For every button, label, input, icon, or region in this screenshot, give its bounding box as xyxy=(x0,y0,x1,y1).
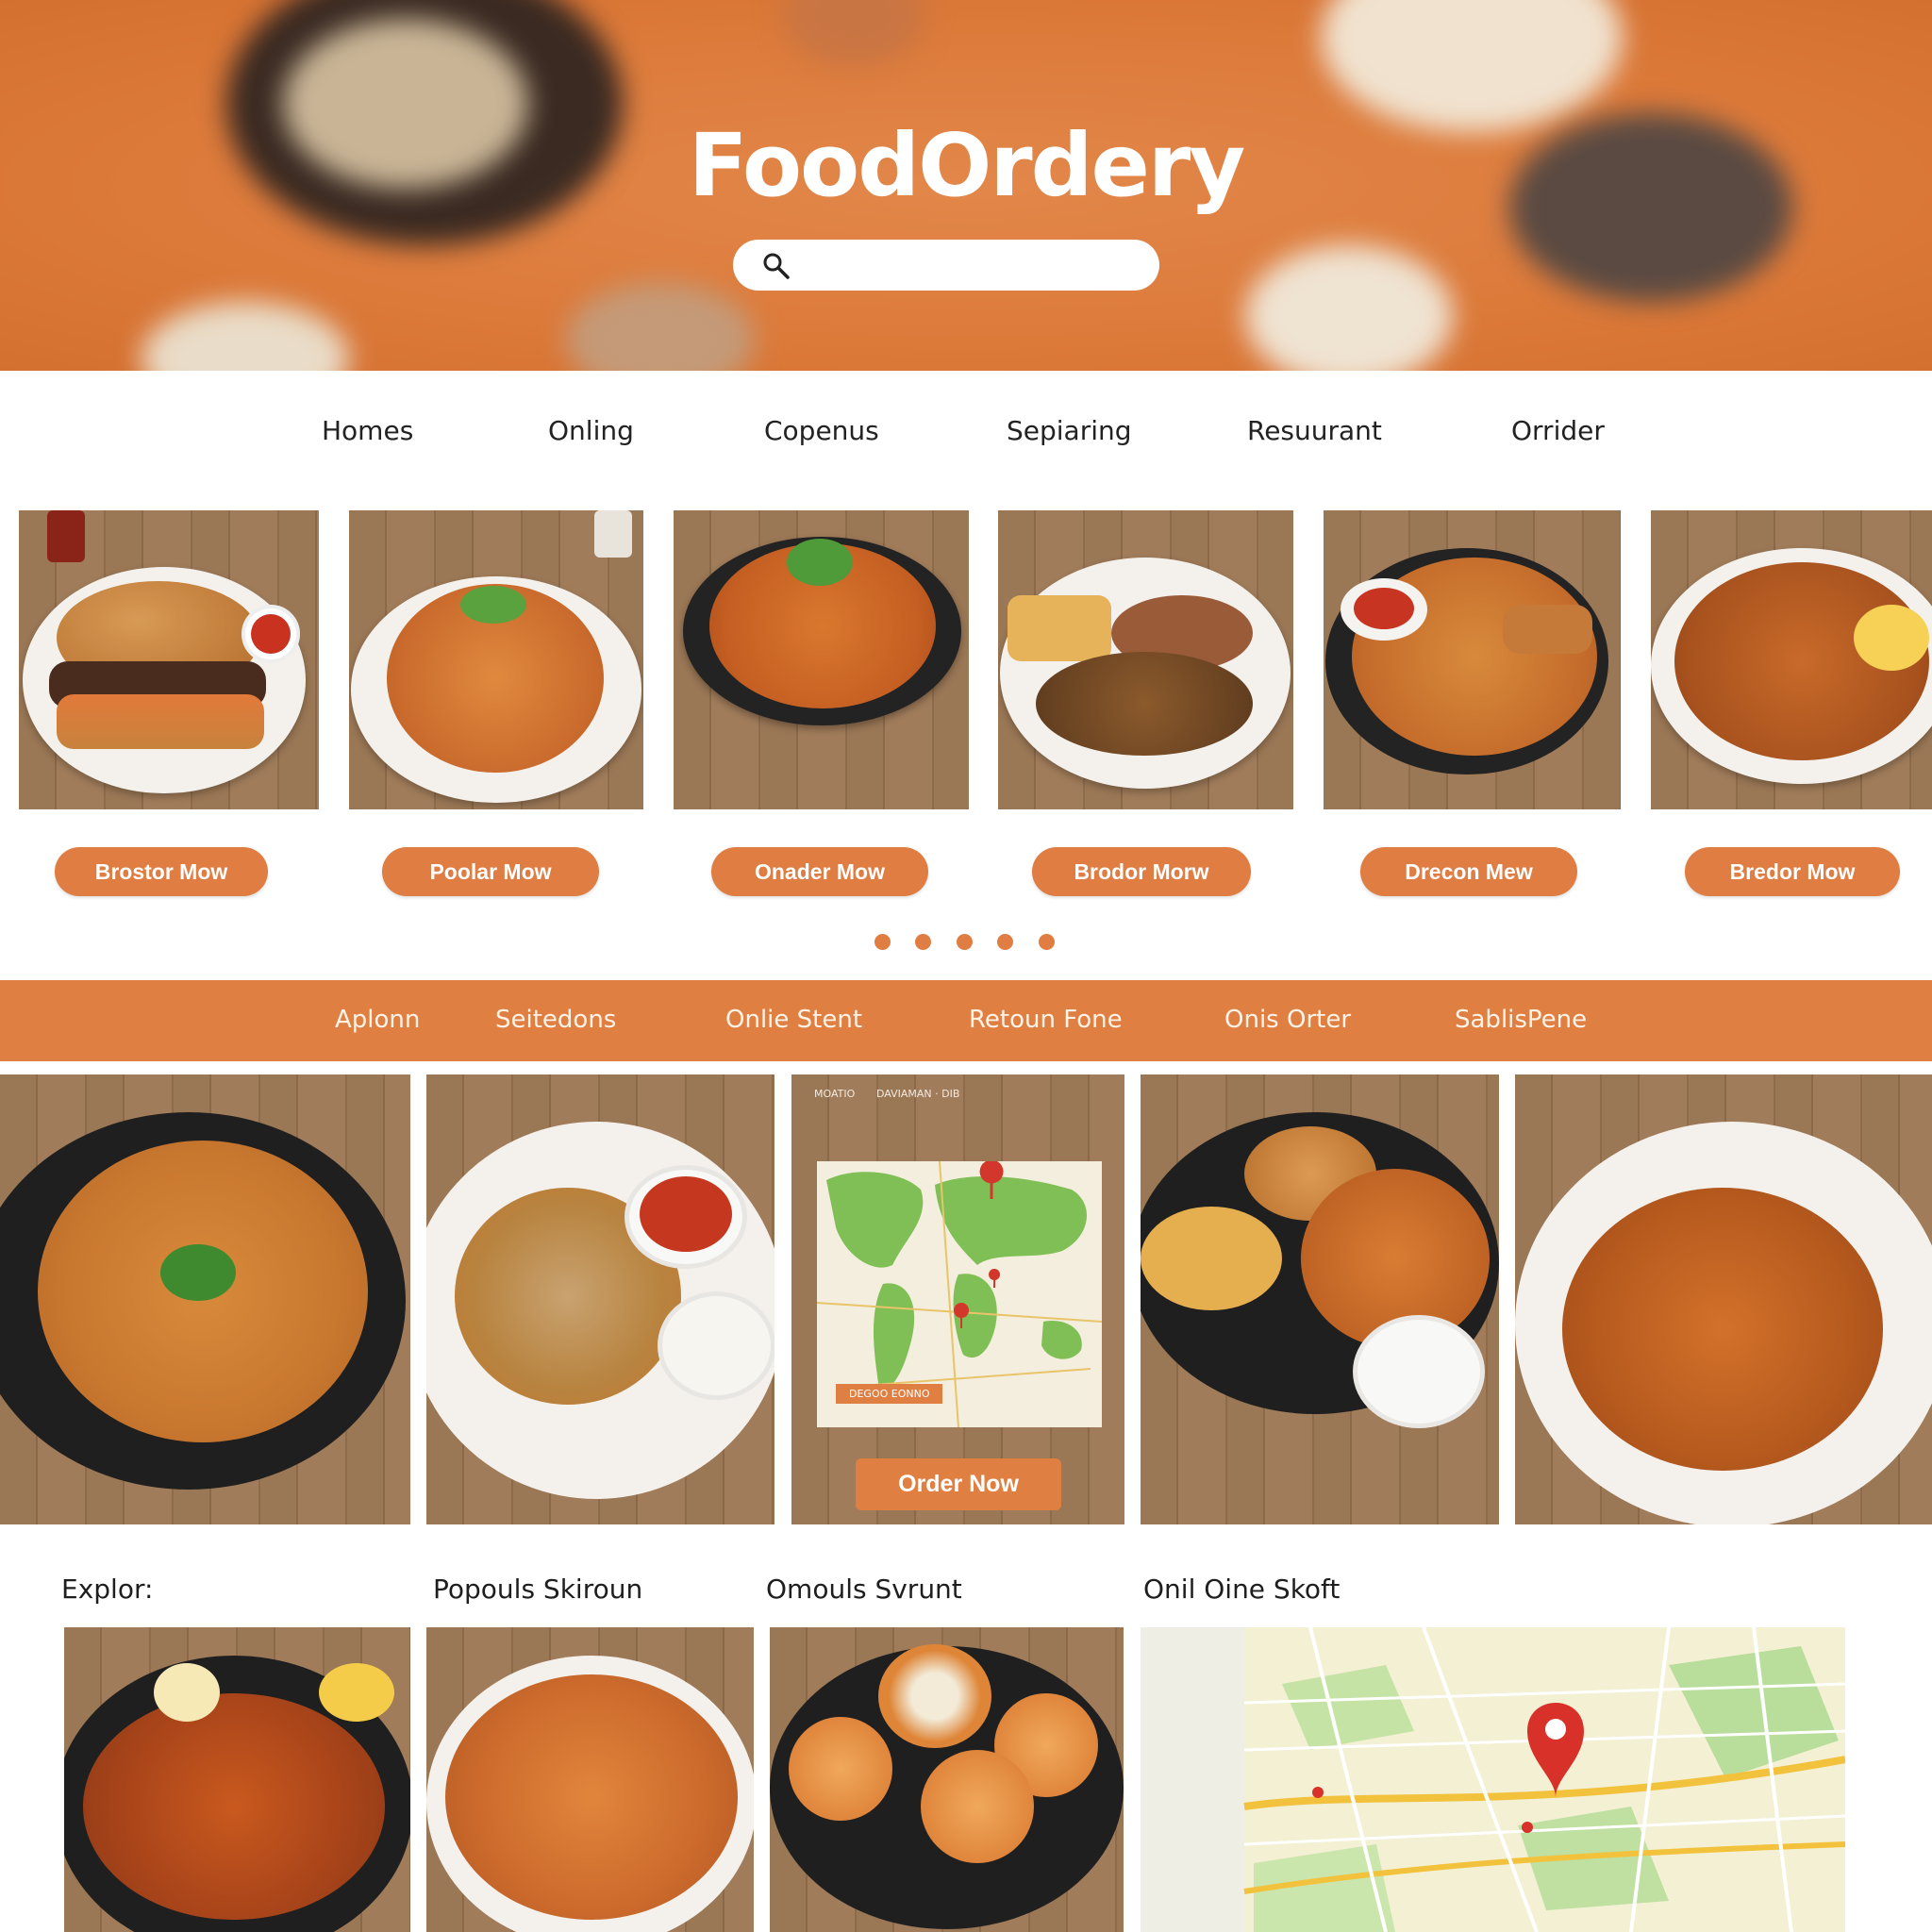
carousel-dot[interactable] xyxy=(997,934,1013,950)
order-button-1[interactable]: Brostor Mow xyxy=(55,847,268,896)
category-onis-orter[interactable]: Onis Orter xyxy=(1224,1006,1351,1034)
featured-image-wings[interactable] xyxy=(0,1074,410,1524)
featured-image-noodles[interactable] xyxy=(1515,1074,1932,1524)
bottom-image-fried-rice[interactable] xyxy=(426,1627,754,1932)
nav-item-copenus[interactable]: Copenus xyxy=(764,415,879,446)
search-input[interactable] xyxy=(801,247,1141,283)
map-chip: DEGOO EONNO xyxy=(836,1384,943,1404)
nav-item-sepiaring[interactable]: Sepiaring xyxy=(1007,415,1132,446)
category-onlie-stent[interactable]: Onlie Stent xyxy=(725,1006,862,1034)
category-bar: Aplonn Seitedons Onlie Stent Retoun Fone… xyxy=(0,980,1932,1061)
dish-image-noodles-lemon[interactable] xyxy=(1651,510,1932,809)
bottom-image-glazed-chicken[interactable] xyxy=(64,1627,410,1932)
dish-image-noodles-skillet[interactable] xyxy=(674,510,969,809)
order-button-3[interactable]: Onader Mow xyxy=(711,847,928,896)
search-bar[interactable] xyxy=(733,240,1159,291)
dish-image-fish-fries[interactable] xyxy=(998,510,1293,809)
section-heading-popular: Popouls Skiroun xyxy=(433,1574,643,1605)
category-retoun-fone[interactable]: Retoun Fone xyxy=(969,1006,1123,1034)
order-button-2[interactable]: Poolar Mow xyxy=(382,847,599,896)
order-button-4[interactable]: Brodor Morw xyxy=(1032,847,1251,896)
category-sablispene[interactable]: SablisPene xyxy=(1455,1006,1587,1034)
category-seitedons[interactable]: Seitedons xyxy=(495,1006,616,1034)
bottom-location-map[interactable] xyxy=(1141,1627,1845,1932)
nav-item-resuurant[interactable]: Resuurant xyxy=(1247,415,1382,446)
map-card-caption-b: DAVIAMAN · DIB xyxy=(876,1088,960,1100)
featured-image-chicken[interactable] xyxy=(1141,1074,1499,1524)
featured-image-pie[interactable] xyxy=(426,1074,774,1524)
order-button-5[interactable]: Drecon Mew xyxy=(1360,847,1577,896)
blurred-plate xyxy=(142,302,349,371)
carousel-dot[interactable] xyxy=(874,934,891,950)
section-heading-explore: Explor: xyxy=(61,1574,154,1605)
category-aplonn[interactable]: Aplonn xyxy=(335,1006,420,1034)
carousel-dot[interactable] xyxy=(1039,934,1055,950)
section-heading-famous: Omouls Svrunt xyxy=(766,1574,962,1605)
carousel-pagination xyxy=(874,934,1063,953)
dish-image-fried-rice[interactable] xyxy=(349,510,643,809)
order-now-button[interactable]: Order Now xyxy=(856,1458,1061,1510)
nav-item-homes[interactable]: Homes xyxy=(322,415,413,446)
carousel-dot[interactable] xyxy=(915,934,931,950)
section-heading-online: Onil Oine Skoft xyxy=(1143,1574,1341,1605)
nav-item-onling[interactable]: Onling xyxy=(548,415,634,446)
blurred-cup xyxy=(566,283,755,371)
dish-image-stir-fry[interactable] xyxy=(1324,510,1621,809)
bottom-image-buns[interactable] xyxy=(770,1627,1124,1932)
dish-image-burger[interactable] xyxy=(19,510,319,809)
nav-item-orrider[interactable]: Orrider xyxy=(1511,415,1605,446)
hero-banner: FoodOrdery xyxy=(0,0,1932,371)
blurred-item xyxy=(783,0,924,66)
carousel-dot[interactable] xyxy=(957,934,973,950)
blurred-plate xyxy=(1245,245,1453,371)
map-card-caption-a: MOATIO xyxy=(814,1088,856,1100)
world-map[interactable]: DEGOO EONNO xyxy=(816,1159,1103,1428)
city-map-graphic xyxy=(1141,1627,1845,1932)
order-button-6[interactable]: Bredor Mow xyxy=(1685,847,1900,896)
search-icon xyxy=(763,253,790,279)
featured-map-card[interactable]: MOATIO DAVIAMAN · DIB DEGOO EONNO xyxy=(791,1074,1124,1524)
blurred-bowl xyxy=(1321,0,1623,132)
site-logo[interactable]: FoodOrdery xyxy=(0,115,1932,216)
